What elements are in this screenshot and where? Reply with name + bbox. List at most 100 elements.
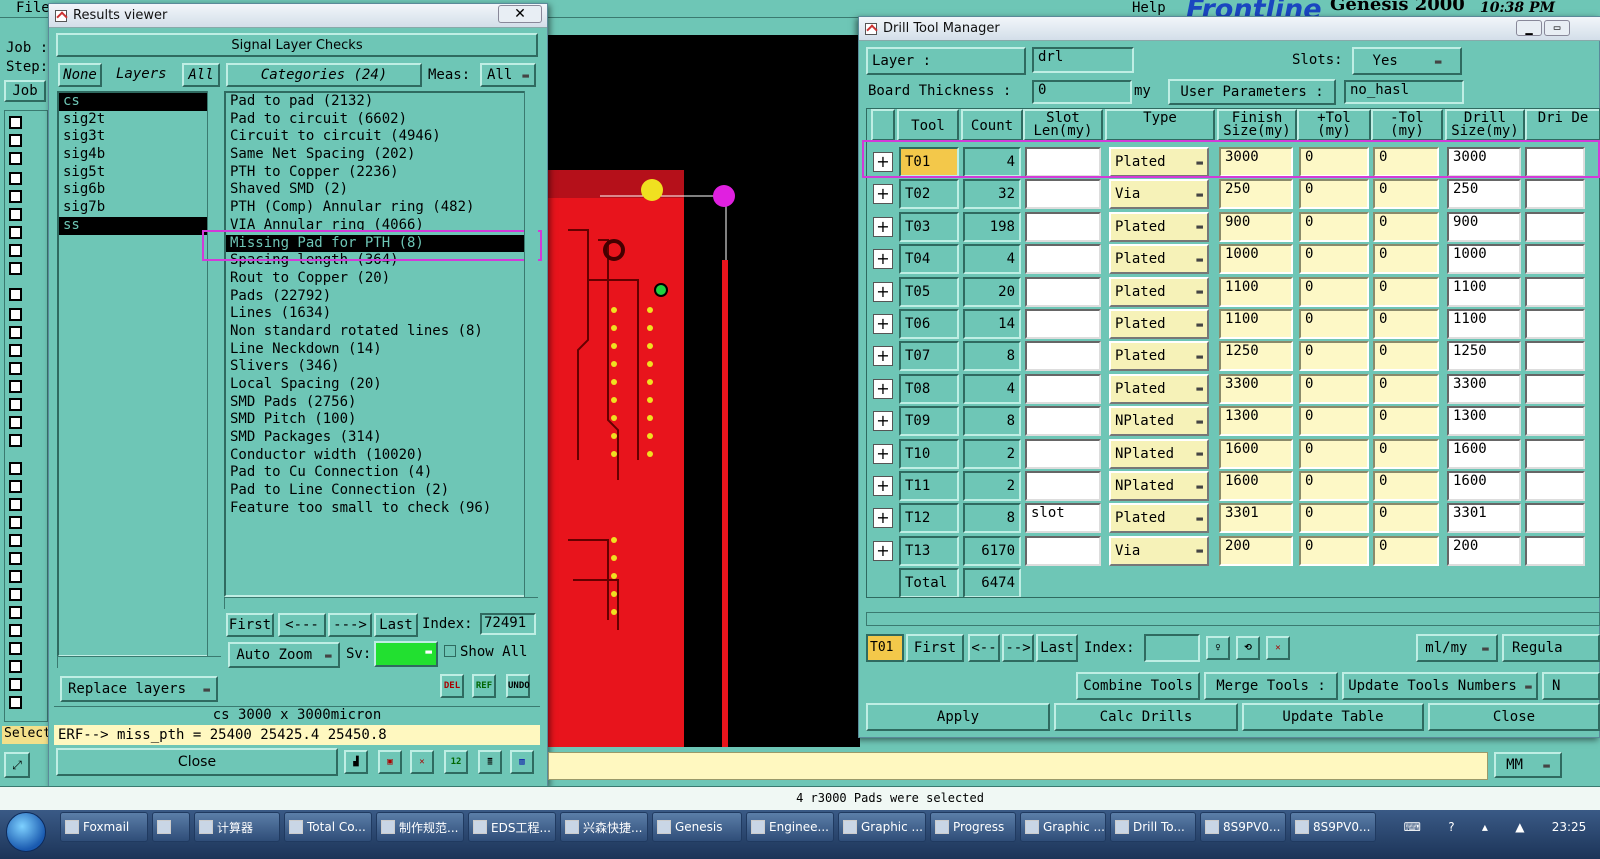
layer-item[interactable]: sig2t (59, 111, 207, 129)
drill-size-input[interactable]: 200 (1447, 535, 1521, 566)
results-close-icon[interactable]: ✕ (498, 5, 542, 23)
table-hscrollbar[interactable] (866, 612, 1600, 626)
sv-color-dropdown[interactable]: ▬ (374, 641, 438, 667)
plus-tol-input[interactable]: 0 (1299, 341, 1369, 372)
tool-cell[interactable]: T03 (899, 211, 959, 242)
category-item[interactable]: SMD Pads (2756) (226, 394, 524, 412)
layer-item[interactable]: sig5t (59, 164, 207, 182)
layer-checkbox[interactable] (9, 380, 22, 393)
expand-row-icon[interactable]: + (873, 378, 893, 399)
undo-icon[interactable]: UNDO (506, 674, 530, 698)
type-dropdown[interactable]: Plated ▬ (1109, 211, 1209, 242)
cross-icon[interactable]: ✕ (410, 750, 434, 774)
type-dropdown[interactable]: Plated ▬ (1109, 373, 1209, 404)
plus-tol-input[interactable]: 0 (1299, 244, 1369, 275)
tray-clock[interactable]: 23:25 (1552, 820, 1587, 834)
network-icon[interactable]: ▲ (1515, 820, 1524, 834)
finish-size-input[interactable]: 1100 (1219, 276, 1293, 307)
layer-item[interactable]: sig4b (59, 146, 207, 164)
category-item[interactable]: Pad to Line Connection (2) (226, 482, 524, 500)
type-dropdown[interactable]: NPlated ▬ (1109, 438, 1209, 469)
regular-dropdown[interactable]: Regula (1502, 634, 1600, 662)
user-parameters-input[interactable]: no_hasl (1344, 80, 1464, 104)
slot-len-input[interactable] (1025, 179, 1101, 210)
minus-tol-input[interactable]: 0 (1373, 373, 1439, 404)
layer-checkbox[interactable] (9, 288, 22, 301)
command-bar[interactable] (548, 752, 1488, 780)
slot-len-input[interactable] (1025, 438, 1101, 469)
tool-cell[interactable]: T07 (899, 341, 959, 372)
drill-depth-input[interactable] (1525, 438, 1585, 469)
maximize-icon[interactable]: ▭ (1544, 20, 1570, 36)
drill-size-input[interactable]: 1600 (1447, 438, 1521, 469)
minus-tol-input[interactable]: 0 (1373, 309, 1439, 339)
units-dropdown[interactable]: ml/my ▬ (1416, 634, 1498, 662)
category-item[interactable]: Same Net Spacing (202) (226, 146, 524, 164)
start-button-icon[interactable] (6, 812, 46, 852)
layer-checkbox[interactable] (9, 606, 22, 619)
expand-row-icon[interactable]: + (873, 443, 893, 464)
tool-cell[interactable]: T10 (899, 438, 959, 469)
layer-checkbox[interactable] (9, 498, 22, 511)
slots-dropdown[interactable]: Yes ▬ (1352, 47, 1462, 75)
merge-tools-button[interactable]: Merge Tools : (1204, 672, 1338, 700)
film-icon[interactable]: ▣ (378, 750, 402, 774)
type-dropdown[interactable]: Plated ▬ (1109, 244, 1209, 275)
notes-icon[interactable]: ≣ (478, 750, 502, 774)
finish-size-input[interactable]: 1250 (1219, 341, 1293, 372)
taskbar-item[interactable]: Total Co... (284, 812, 372, 842)
expand-row-icon[interactable]: + (873, 216, 893, 237)
expand-row-icon[interactable]: + (873, 281, 893, 302)
layer-checkbox[interactable] (9, 624, 22, 637)
drill-size-input[interactable]: 900 (1447, 211, 1521, 242)
layer-checkbox[interactable] (9, 226, 22, 239)
taskbar-item[interactable]: Foxmail (60, 812, 148, 842)
category-item[interactable]: Non standard rotated lines (8) (226, 323, 524, 341)
tool-cell[interactable]: T02 (899, 179, 959, 210)
job-button[interactable]: Job (4, 80, 46, 102)
expand-row-icon[interactable]: + (873, 508, 893, 529)
slot-len-input[interactable] (1025, 535, 1101, 566)
layer-checkbox[interactable] (9, 116, 22, 129)
finish-size-input[interactable]: 3301 (1219, 503, 1293, 534)
layers-list[interactable]: cs sig2t sig3t sig4b sig5t sig6b sig7b ss (57, 91, 209, 657)
layer-checkbox[interactable] (9, 462, 22, 475)
index-input[interactable]: 72491 (480, 613, 536, 635)
category-item[interactable]: Slivers (346) (226, 358, 524, 376)
tool-cell[interactable]: T08 (899, 373, 959, 404)
finish-size-input[interactable]: 1100 (1219, 309, 1293, 339)
category-item[interactable]: Feature too small to check (96) (226, 500, 524, 518)
layer-item[interactable]: sig3t (59, 128, 207, 146)
layer-checkbox[interactable] (9, 516, 22, 529)
type-dropdown[interactable]: Via ▬ (1109, 535, 1209, 566)
category-item[interactable]: Conductor width (10020) (226, 447, 524, 465)
minus-tol-input[interactable]: 0 (1373, 276, 1439, 307)
drill-depth-input[interactable] (1525, 535, 1585, 566)
minus-tol-input[interactable]: 0 (1373, 535, 1439, 566)
layer-checkbox[interactable] (9, 534, 22, 547)
tool-cell[interactable]: T05 (899, 276, 959, 307)
slot-len-input[interactable] (1025, 471, 1101, 501)
taskbar-item[interactable]: Graphic ... (1020, 812, 1106, 842)
category-item[interactable]: SMD Pitch (100) (226, 411, 524, 429)
drill-depth-input[interactable] (1525, 309, 1585, 339)
finish-size-input[interactable]: 1600 (1219, 471, 1293, 501)
slot-len-input[interactable] (1025, 211, 1101, 242)
taskbar-item[interactable]: Drill To... (1110, 812, 1196, 842)
slot-len-input[interactable]: slot (1025, 503, 1101, 534)
plus-tol-input[interactable]: 0 (1299, 406, 1369, 437)
layer-checkbox[interactable] (9, 172, 22, 185)
expand-row-icon[interactable]: + (873, 540, 893, 561)
drill-depth-input[interactable] (1525, 373, 1585, 404)
drill-prev-button[interactable]: <-- (968, 634, 1000, 662)
type-dropdown[interactable]: NPlated ▬ (1109, 471, 1209, 501)
minus-tol-input[interactable]: 0 (1373, 341, 1439, 372)
taskbar-item[interactable]: Enginee... (746, 812, 834, 842)
expand-row-icon[interactable]: + (873, 476, 893, 496)
plus-tol-input[interactable]: 0 (1299, 471, 1369, 501)
category-item[interactable]: Pad to pad (2132) (226, 93, 524, 111)
layer-checkbox[interactable] (9, 434, 22, 447)
taskbar-item[interactable]: 制作规范... (376, 812, 464, 842)
minus-tol-input[interactable]: 0 (1373, 179, 1439, 210)
taskbar-item[interactable] (152, 812, 190, 842)
